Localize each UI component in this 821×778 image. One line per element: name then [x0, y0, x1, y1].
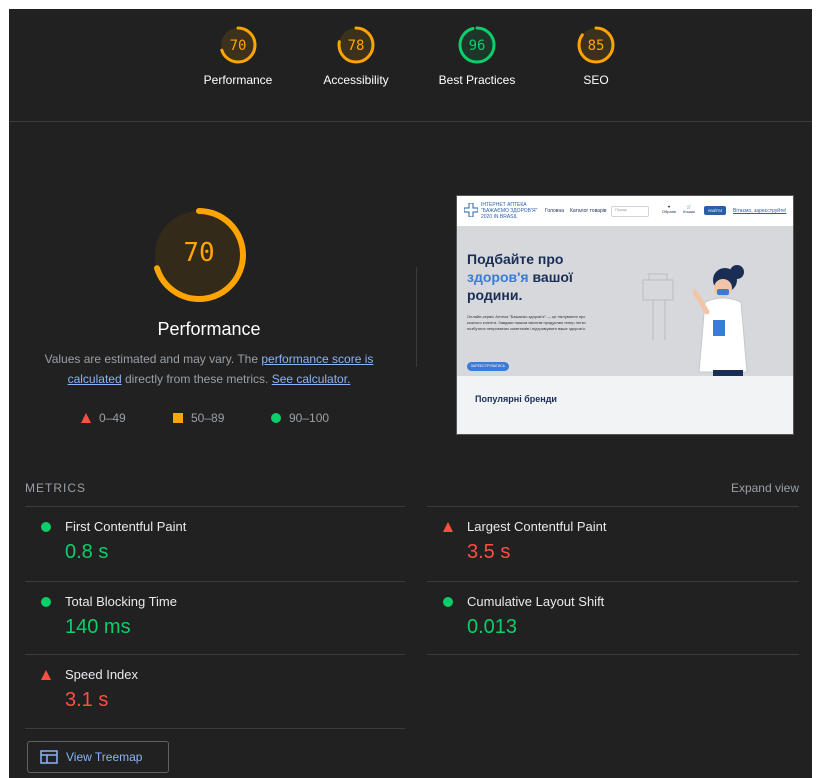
gauge-seo[interactable]: 85 SEO	[536, 25, 656, 115]
gauge-score: 85	[587, 38, 605, 54]
final-screenshot[interactable]: ІНТЕРНЕТ АПТЕКА "БАЖАЄМО ЗДОРОВ'Я" 2020 …	[456, 195, 794, 435]
site-navbar: ІНТЕРНЕТ АПТЕКА "БАЖАЄМО ЗДОРОВ'Я" 2020 …	[457, 196, 793, 226]
calculator-link[interactable]: See calculator.	[272, 372, 351, 386]
legend-fail: 0–49	[81, 411, 126, 425]
fail-icon	[41, 670, 51, 680]
hero-register-button: ЗАРЕЄСТРУВАТИСЬ	[467, 362, 509, 371]
square-orange-icon	[173, 413, 183, 423]
vertical-divider	[416, 267, 417, 367]
hero-title-part: Подбайте про	[467, 251, 564, 267]
view-treemap-label: View Treemap	[66, 750, 143, 764]
metric-value: 0.013	[467, 616, 518, 638]
metric-value: 0.8 s	[65, 541, 109, 563]
pass-icon	[41, 597, 51, 607]
metrics-divider	[25, 728, 405, 729]
favorites-icon: ♥ Обране	[661, 204, 677, 214]
search-placeholder: Пошук	[615, 207, 628, 212]
view-treemap-button[interactable]: View Treemap	[27, 741, 169, 773]
pharmacy-cross-icon	[464, 203, 478, 217]
nav-catalog: Каталог товарів	[570, 208, 607, 214]
legend-average: 50–89	[173, 411, 224, 425]
performance-score: 70	[183, 238, 215, 268]
treemap-icon	[40, 750, 58, 764]
hero-title-accent: здоров'я	[467, 269, 529, 285]
circle-green-icon	[271, 413, 281, 423]
pass-icon	[443, 597, 453, 607]
expand-view-toggle[interactable]: Expand view	[731, 481, 799, 495]
cart-icon: 🛒 Кошик	[683, 204, 695, 214]
nav-home: Головна	[545, 208, 564, 214]
site-register-link: Вітаємо, зареєструйте!	[733, 208, 787, 214]
performance-description: Values are estimated and may vary. The p…	[34, 349, 384, 389]
favorites-label: Обране	[661, 209, 677, 214]
gauge-score: 96	[468, 38, 486, 54]
metric-name: Cumulative Layout Shift	[467, 594, 605, 609]
site-login-button: УВІЙТИ	[704, 206, 726, 215]
triangle-red-icon	[81, 413, 91, 423]
gauge-label: Performance	[203, 73, 273, 87]
legend-range: 0–49	[99, 411, 126, 425]
gauge-label: Accessibility	[323, 73, 389, 87]
performance-gauge: 70	[149, 205, 269, 305]
hero-title: Подбайте про здоров'я вашої родини.	[467, 250, 597, 304]
metric-name: Largest Contentful Paint	[467, 519, 607, 534]
metric-name: Speed Index	[65, 667, 139, 682]
gauge-label: SEO	[583, 73, 609, 87]
metric-value: 140 ms	[65, 616, 131, 638]
performance-title: Performance	[157, 319, 261, 339]
metrics-divider	[427, 654, 799, 655]
site-logo-text: ІНТЕРНЕТ АПТЕКА "БАЖАЄМО ЗДОРОВ'Я" 2020 …	[481, 202, 538, 220]
score-legend: 0–49 50–89 90–100	[81, 411, 381, 431]
site-search: Пошук	[611, 206, 649, 217]
gauge-performance[interactable]: 70 Performance	[178, 25, 298, 115]
metric-value: 3.1 s	[65, 689, 109, 711]
gauge-label: Best Practices	[438, 73, 516, 87]
metric-largest-contentful-paint: Largest Contentful Paint 3.5 s	[427, 507, 807, 581]
pass-icon	[41, 522, 51, 532]
metric-cumulative-layout-shift: Cumulative Layout Shift 0.013	[427, 582, 807, 656]
gauge-score: 70	[229, 38, 247, 54]
desc-text: directly from these metrics.	[121, 372, 272, 386]
metric-name: First Contentful Paint	[65, 519, 187, 534]
legend-range: 50–89	[191, 411, 225, 425]
legend-pass: 90–100	[271, 411, 329, 425]
gauge-accessibility[interactable]: 78 Accessibility	[296, 25, 416, 115]
lighthouse-report: 70 Performance 78 Accessibility 96 Best …	[9, 9, 812, 778]
metric-value: 3.5 s	[467, 541, 511, 563]
gauge-best-practices[interactable]: 96 Best Practices	[417, 25, 537, 115]
desc-text: Values are estimated and may vary. The	[44, 352, 262, 366]
cart-label: Кошик	[683, 209, 695, 214]
metrics-heading: METRICS	[25, 481, 86, 495]
score-summary-bar: 70 Performance 78 Accessibility 96 Best …	[9, 9, 812, 122]
metric-speed-index: Speed Index 3.1 s	[25, 655, 405, 729]
fail-icon	[443, 522, 453, 532]
site-lower-section	[457, 376, 793, 434]
legend-range: 90–100	[289, 411, 330, 425]
metric-name: Total Blocking Time	[65, 594, 177, 609]
gauge-score: 78	[347, 38, 365, 54]
hero-text: Онлайн-сервіс Аптека "Бажаємо здоров'я" …	[467, 314, 586, 331]
doctor-illustration	[642, 265, 748, 380]
metric-total-blocking-time: Total Blocking Time 140 ms	[25, 582, 405, 656]
metric-first-contentful-paint: First Contentful Paint 0.8 s	[25, 507, 405, 581]
popular-brands-title: Популярні бренди	[475, 394, 557, 404]
